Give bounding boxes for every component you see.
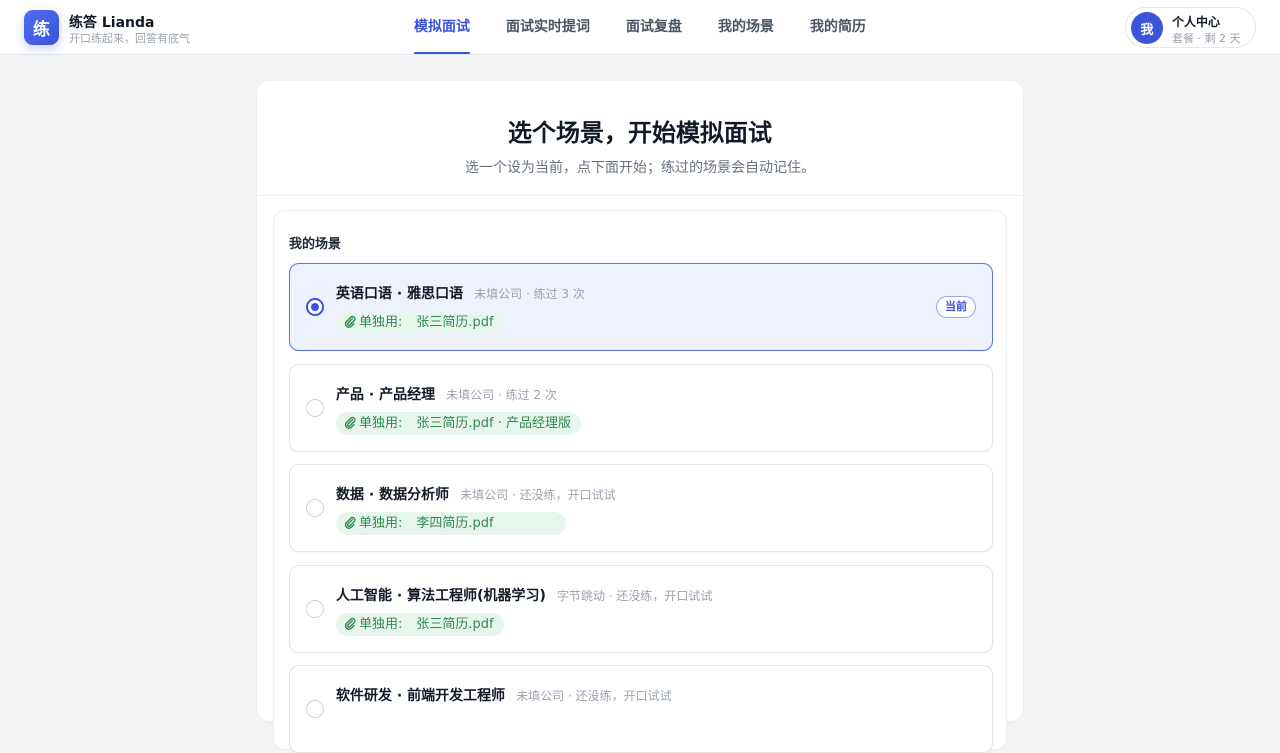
scenario-header: 人工智能 · 算法工程师(机器学习) 字节跳动 · 还没练，开口试试 <box>336 585 712 605</box>
radio-button[interactable] <box>306 499 324 517</box>
current-badge: 当前 <box>936 296 976 318</box>
user-center-label: 个人中心 <box>1172 15 1221 29</box>
resume-file-name: 张三简历.pdf <box>416 315 494 330</box>
chip-label: 单独用: <box>359 617 403 632</box>
paperclip-icon <box>344 414 356 437</box>
resume-chip: 单独用: 张三简历.pdf · 产品经理版 <box>336 412 582 437</box>
scenario-meta: 未填公司 · 练过 3 次 <box>474 287 585 301</box>
resume-file-name: 张三简历.pdf · 产品经理版 <box>416 416 572 431</box>
radio-button-selected[interactable] <box>306 298 324 316</box>
nav-tab-my-resumes[interactable]: 我的简历 <box>810 0 866 55</box>
user-center-button[interactable]: 我 个人中心 套餐 · 剩 2 天 <box>1125 7 1256 48</box>
resume-chip: 单独用: 李四简历.pdf <box>336 512 566 535</box>
scenario-name: 软件研发 · 前端开发工程师 <box>336 688 506 704</box>
radio-button[interactable] <box>306 700 324 718</box>
scenario-item[interactable]: 人工智能 · 算法工程师(机器学习) 字节跳动 · 还没练，开口试试 单独用: 张… <box>289 565 993 653</box>
brand-name[interactable]: 练答 Lianda <box>69 12 154 32</box>
nav-tab-my-scenarios[interactable]: 我的场景 <box>718 0 774 55</box>
scenario-item[interactable]: 数据 · 数据分析师 未填公司 · 还没练，开口试试 单独用: 李四简历.pdf <box>289 464 993 552</box>
plan-status: 套餐 · 剩 2 天 <box>1172 32 1241 45</box>
chip-label: 单独用: <box>359 516 403 531</box>
avatar: 我 <box>1131 12 1163 44</box>
brand-tagline: 开口练起来，回答有底气 <box>69 32 190 45</box>
logo-icon[interactable]: 练 <box>24 10 59 45</box>
divider <box>257 195 1023 196</box>
scenario-name: 人工智能 · 算法工程师(机器学习) <box>336 588 546 604</box>
scenario-picker-card: 选个场景，开始模拟面试 选一个设为当前，点下面开始；练过的场景会自动记住。 我的… <box>257 81 1023 753</box>
paperclip-icon <box>344 615 356 638</box>
scenario-meta: 未填公司 · 还没练，开口试试 <box>460 488 616 502</box>
page-subtitle: 选一个设为当前，点下面开始；练过的场景会自动记住。 <box>465 160 815 176</box>
nav-tab-review[interactable]: 面试复盘 <box>626 0 682 55</box>
scenario-header: 软件研发 · 前端开发工程师 未填公司 · 还没练，开口试试 <box>336 685 672 705</box>
scenario-meta: 未填公司 · 练过 2 次 <box>446 388 557 402</box>
scenario-panel: 我的场景 英语口语 · 雅思口语 未填公司 · 练过 3 次 单独用: 张三简历.… <box>273 210 1007 753</box>
scenario-name: 产品 · 产品经理 <box>336 387 436 403</box>
nav-tab-live-prompter[interactable]: 面试实时提词 <box>506 0 590 55</box>
paperclip-icon <box>344 313 356 336</box>
scenario-item[interactable]: 产品 · 产品经理 未填公司 · 练过 2 次 单独用: 张三简历.pdf · 产… <box>289 364 993 452</box>
radio-button[interactable] <box>306 600 324 618</box>
scenario-header: 数据 · 数据分析师 未填公司 · 还没练，开口试试 <box>336 484 616 504</box>
panel-title: 我的场景 <box>289 237 342 252</box>
scenario-name: 数据 · 数据分析师 <box>336 487 450 503</box>
scenario-meta: 字节跳动 · 还没练，开口试试 <box>556 589 713 603</box>
page-title: 选个场景，开始模拟面试 <box>508 119 772 147</box>
paperclip-icon <box>344 514 356 537</box>
resume-chip: 单独用: 张三简历.pdf <box>336 613 504 636</box>
resume-file-name: 李四简历.pdf <box>416 516 494 531</box>
resume-chip: 单独用: 张三简历.pdf <box>336 311 504 334</box>
radio-button[interactable] <box>306 399 324 417</box>
scenario-header: 英语口语 · 雅思口语 未填公司 · 练过 3 次 <box>336 283 585 303</box>
scenario-header: 产品 · 产品经理 未填公司 · 练过 2 次 <box>336 384 557 404</box>
scenario-item[interactable]: 英语口语 · 雅思口语 未填公司 · 练过 3 次 单独用: 张三简历.pdf 当… <box>289 263 993 351</box>
chip-label: 单独用: <box>359 416 403 431</box>
scenario-meta: 未填公司 · 还没练，开口试试 <box>516 689 672 703</box>
top-bar: 练 练答 Lianda 开口练起来，回答有底气 模拟面试 面试实时提词 面试复盘… <box>0 0 1280 55</box>
chip-label: 单独用: <box>359 315 403 330</box>
scenario-name: 英语口语 · 雅思口语 <box>336 286 464 302</box>
scenario-item[interactable]: 软件研发 · 前端开发工程师 未填公司 · 还没练，开口试试 <box>289 665 993 753</box>
active-tab-indicator <box>414 52 470 54</box>
nav-tab-mock-interview[interactable]: 模拟面试 <box>414 0 470 55</box>
resume-file-name: 张三简历.pdf <box>416 617 494 632</box>
